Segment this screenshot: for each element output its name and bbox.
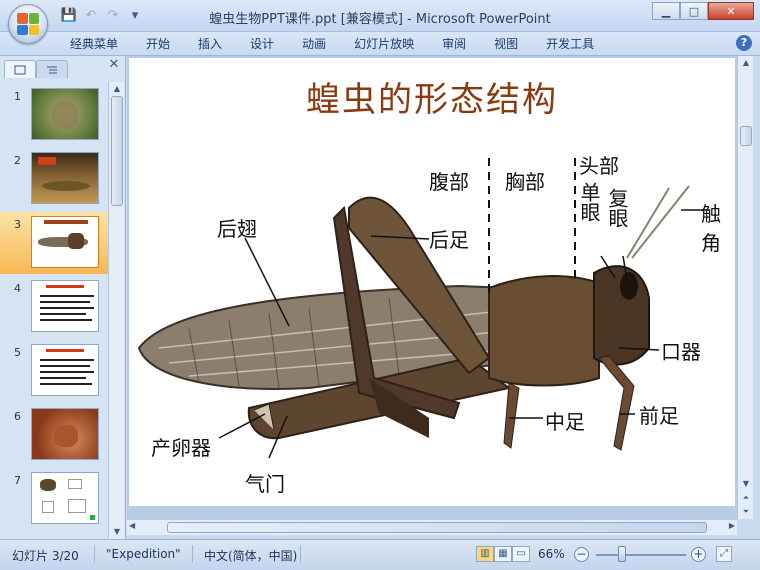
slide-thumbnail-row[interactable]: 2: [0, 148, 108, 210]
ribbon-tab[interactable]: 开发工具: [532, 36, 608, 52]
theme-name[interactable]: "Expedition": [106, 547, 181, 561]
slide-number: 4: [14, 282, 21, 295]
ribbon-tab[interactable]: 经典菜单: [56, 36, 132, 52]
slide-number: 5: [14, 346, 21, 359]
slide-number: 2: [14, 154, 21, 167]
scroll-up-arrow[interactable]: ▲: [738, 56, 754, 70]
status-divider: [192, 545, 193, 563]
minimize-button[interactable]: ▁: [652, 2, 680, 20]
scroll-thumb[interactable]: [740, 126, 752, 146]
label-head: 头部: [579, 154, 619, 178]
slide-sorter-icon[interactable]: ▦: [494, 546, 512, 562]
outline-tab[interactable]: [36, 60, 68, 78]
label-abdomen: 腹部: [429, 170, 469, 194]
zoom-in-button[interactable]: +: [691, 547, 706, 562]
zoom-level[interactable]: 66%: [538, 547, 565, 561]
ribbon-tab[interactable]: 审阅: [428, 36, 480, 52]
ribbon-tabs-bar: 经典菜单 开始 插入 设计 动画 幻灯片放映 审阅 视图 开发工具 ?: [0, 32, 760, 56]
slide-indicator: 幻灯片 3/20: [12, 549, 79, 563]
label-thorax: 胸部: [505, 170, 545, 194]
label-hind-wing: 后翅: [217, 217, 257, 241]
slide-number: 6: [14, 410, 21, 423]
maximize-button[interactable]: □: [680, 2, 708, 20]
scroll-left-arrow[interactable]: ◀: [129, 521, 135, 530]
scroll-right-arrow[interactable]: ▶: [729, 521, 735, 530]
slide-thumbnail[interactable]: [31, 152, 99, 204]
slide-thumbnail[interactable]: [31, 216, 99, 268]
label-antenna: 触角: [701, 202, 721, 255]
label-hind-leg: 后足: [429, 228, 469, 252]
label-spiracle: 气门: [245, 472, 285, 496]
ribbon-tab[interactable]: 视图: [480, 36, 532, 52]
thumbnails-scrollbar[interactable]: ▲ ▼: [108, 82, 124, 539]
normal-view-icon[interactable]: ▥: [476, 546, 494, 562]
fit-to-window-icon[interactable]: ⤢: [716, 546, 732, 562]
label-compound-eye: 复眼: [605, 188, 629, 228]
title-bar: 💾 ↶ ↷ ▾ 蝗虫生物PPT课件.ppt [兼容模式] - Microsoft…: [0, 0, 760, 44]
scroll-thumb[interactable]: [167, 522, 707, 533]
status-divider: [94, 545, 95, 563]
ribbon-tab[interactable]: 动画: [288, 36, 340, 52]
slides-tab-icon: [14, 65, 26, 74]
pane-close-icon[interactable]: ✕: [107, 58, 121, 72]
slide-thumbnail-row[interactable]: 4: [0, 276, 108, 338]
close-button[interactable]: ✕: [708, 2, 754, 20]
pane-tabs: [4, 58, 122, 78]
slides-pane: ✕ 1 2 3 4 5 6 7 ▲ ▼: [0, 56, 126, 539]
ribbon-tab[interactable]: 开始: [132, 36, 184, 52]
ribbon-tab[interactable]: 插入: [184, 36, 236, 52]
slide-number: 1: [14, 90, 21, 103]
status-divider: [300, 545, 301, 563]
label-middle-leg: 中足: [545, 410, 585, 434]
slide-thumbnail-row[interactable]: 3: [0, 212, 108, 274]
slide-thumbnail-row[interactable]: 1: [0, 84, 108, 146]
slide-number: 7: [14, 474, 21, 487]
window-controls: ▁ □ ✕: [652, 2, 754, 20]
slide-thumbnail-row[interactable]: 7: [0, 468, 108, 530]
scroll-page-buttons: ▼ ⏶ ⏷: [738, 477, 754, 519]
ribbon-tab[interactable]: 设计: [236, 36, 288, 52]
slide-thumbnail[interactable]: [31, 408, 99, 460]
language-indicator[interactable]: 中文(简体，中国): [204, 547, 297, 564]
label-ocellus: 单眼: [577, 182, 601, 222]
slideshow-view-icon[interactable]: ▭: [512, 546, 530, 562]
slides-tab[interactable]: [4, 60, 36, 78]
slide-horizontal-scrollbar[interactable]: ◀ ▶: [127, 519, 737, 535]
status-bar: 幻灯片 3/20 "Expedition" 中文(简体，中国) ▥ ▦ ▭ 66…: [0, 539, 760, 570]
slide-thumbnail[interactable]: [31, 344, 99, 396]
slide-thumbnail[interactable]: [31, 280, 99, 332]
label-ovipositor: 产卵器: [151, 436, 211, 460]
scroll-down-arrow[interactable]: ▼: [109, 525, 125, 539]
label-front-leg: 前足: [639, 404, 679, 428]
slide-thumbnail[interactable]: [31, 88, 99, 140]
grasshopper-diagram: [137, 158, 709, 459]
zoom-slider-track[interactable]: [596, 554, 686, 556]
ribbon-tab-list: 经典菜单 开始 插入 设计 动画 幻灯片放映 审阅 视图 开发工具: [56, 36, 608, 52]
slide-editor: 蝗虫的形态结构 腹部 胸部 头部 单眼 复眼 触角 后翅 后足 口器 产卵器 中…: [127, 56, 737, 519]
zoom-out-button[interactable]: −: [574, 547, 589, 562]
label-mouthparts: 口器: [661, 340, 701, 364]
zoom-slider-knob[interactable]: [618, 546, 626, 562]
ribbon-tab[interactable]: 幻灯片放映: [340, 36, 428, 52]
slide-number: 3: [14, 218, 21, 231]
scroll-up-arrow[interactable]: ▲: [109, 82, 125, 96]
slide-thumbnail-row[interactable]: 5: [0, 340, 108, 402]
current-slide[interactable]: 蝗虫的形态结构 腹部 胸部 头部 单眼 复眼 触角 后翅 后足 口器 产卵器 中…: [129, 58, 735, 506]
office-button[interactable]: [8, 4, 48, 44]
outline-tab-icon: [47, 66, 57, 73]
slide-thumbnail-row[interactable]: 6: [0, 404, 108, 466]
scroll-thumb[interactable]: [111, 96, 123, 206]
office-logo-icon: [17, 13, 39, 35]
previous-slide-button[interactable]: ⏶: [738, 491, 754, 505]
window-title: 蝗虫生物PPT课件.ppt [兼容模式] - Microsoft PowerPo…: [209, 12, 551, 27]
slide-vertical-scrollbar[interactable]: ▲ ▼ ⏶ ⏷: [737, 56, 753, 519]
next-slide-button[interactable]: ⏷: [738, 505, 754, 519]
scroll-down-arrow[interactable]: ▼: [738, 477, 754, 491]
slide-thumbnails: 1 2 3 4 5 6 7: [0, 82, 108, 539]
slide-thumbnail[interactable]: [31, 472, 99, 524]
help-icon[interactable]: ?: [736, 35, 752, 51]
